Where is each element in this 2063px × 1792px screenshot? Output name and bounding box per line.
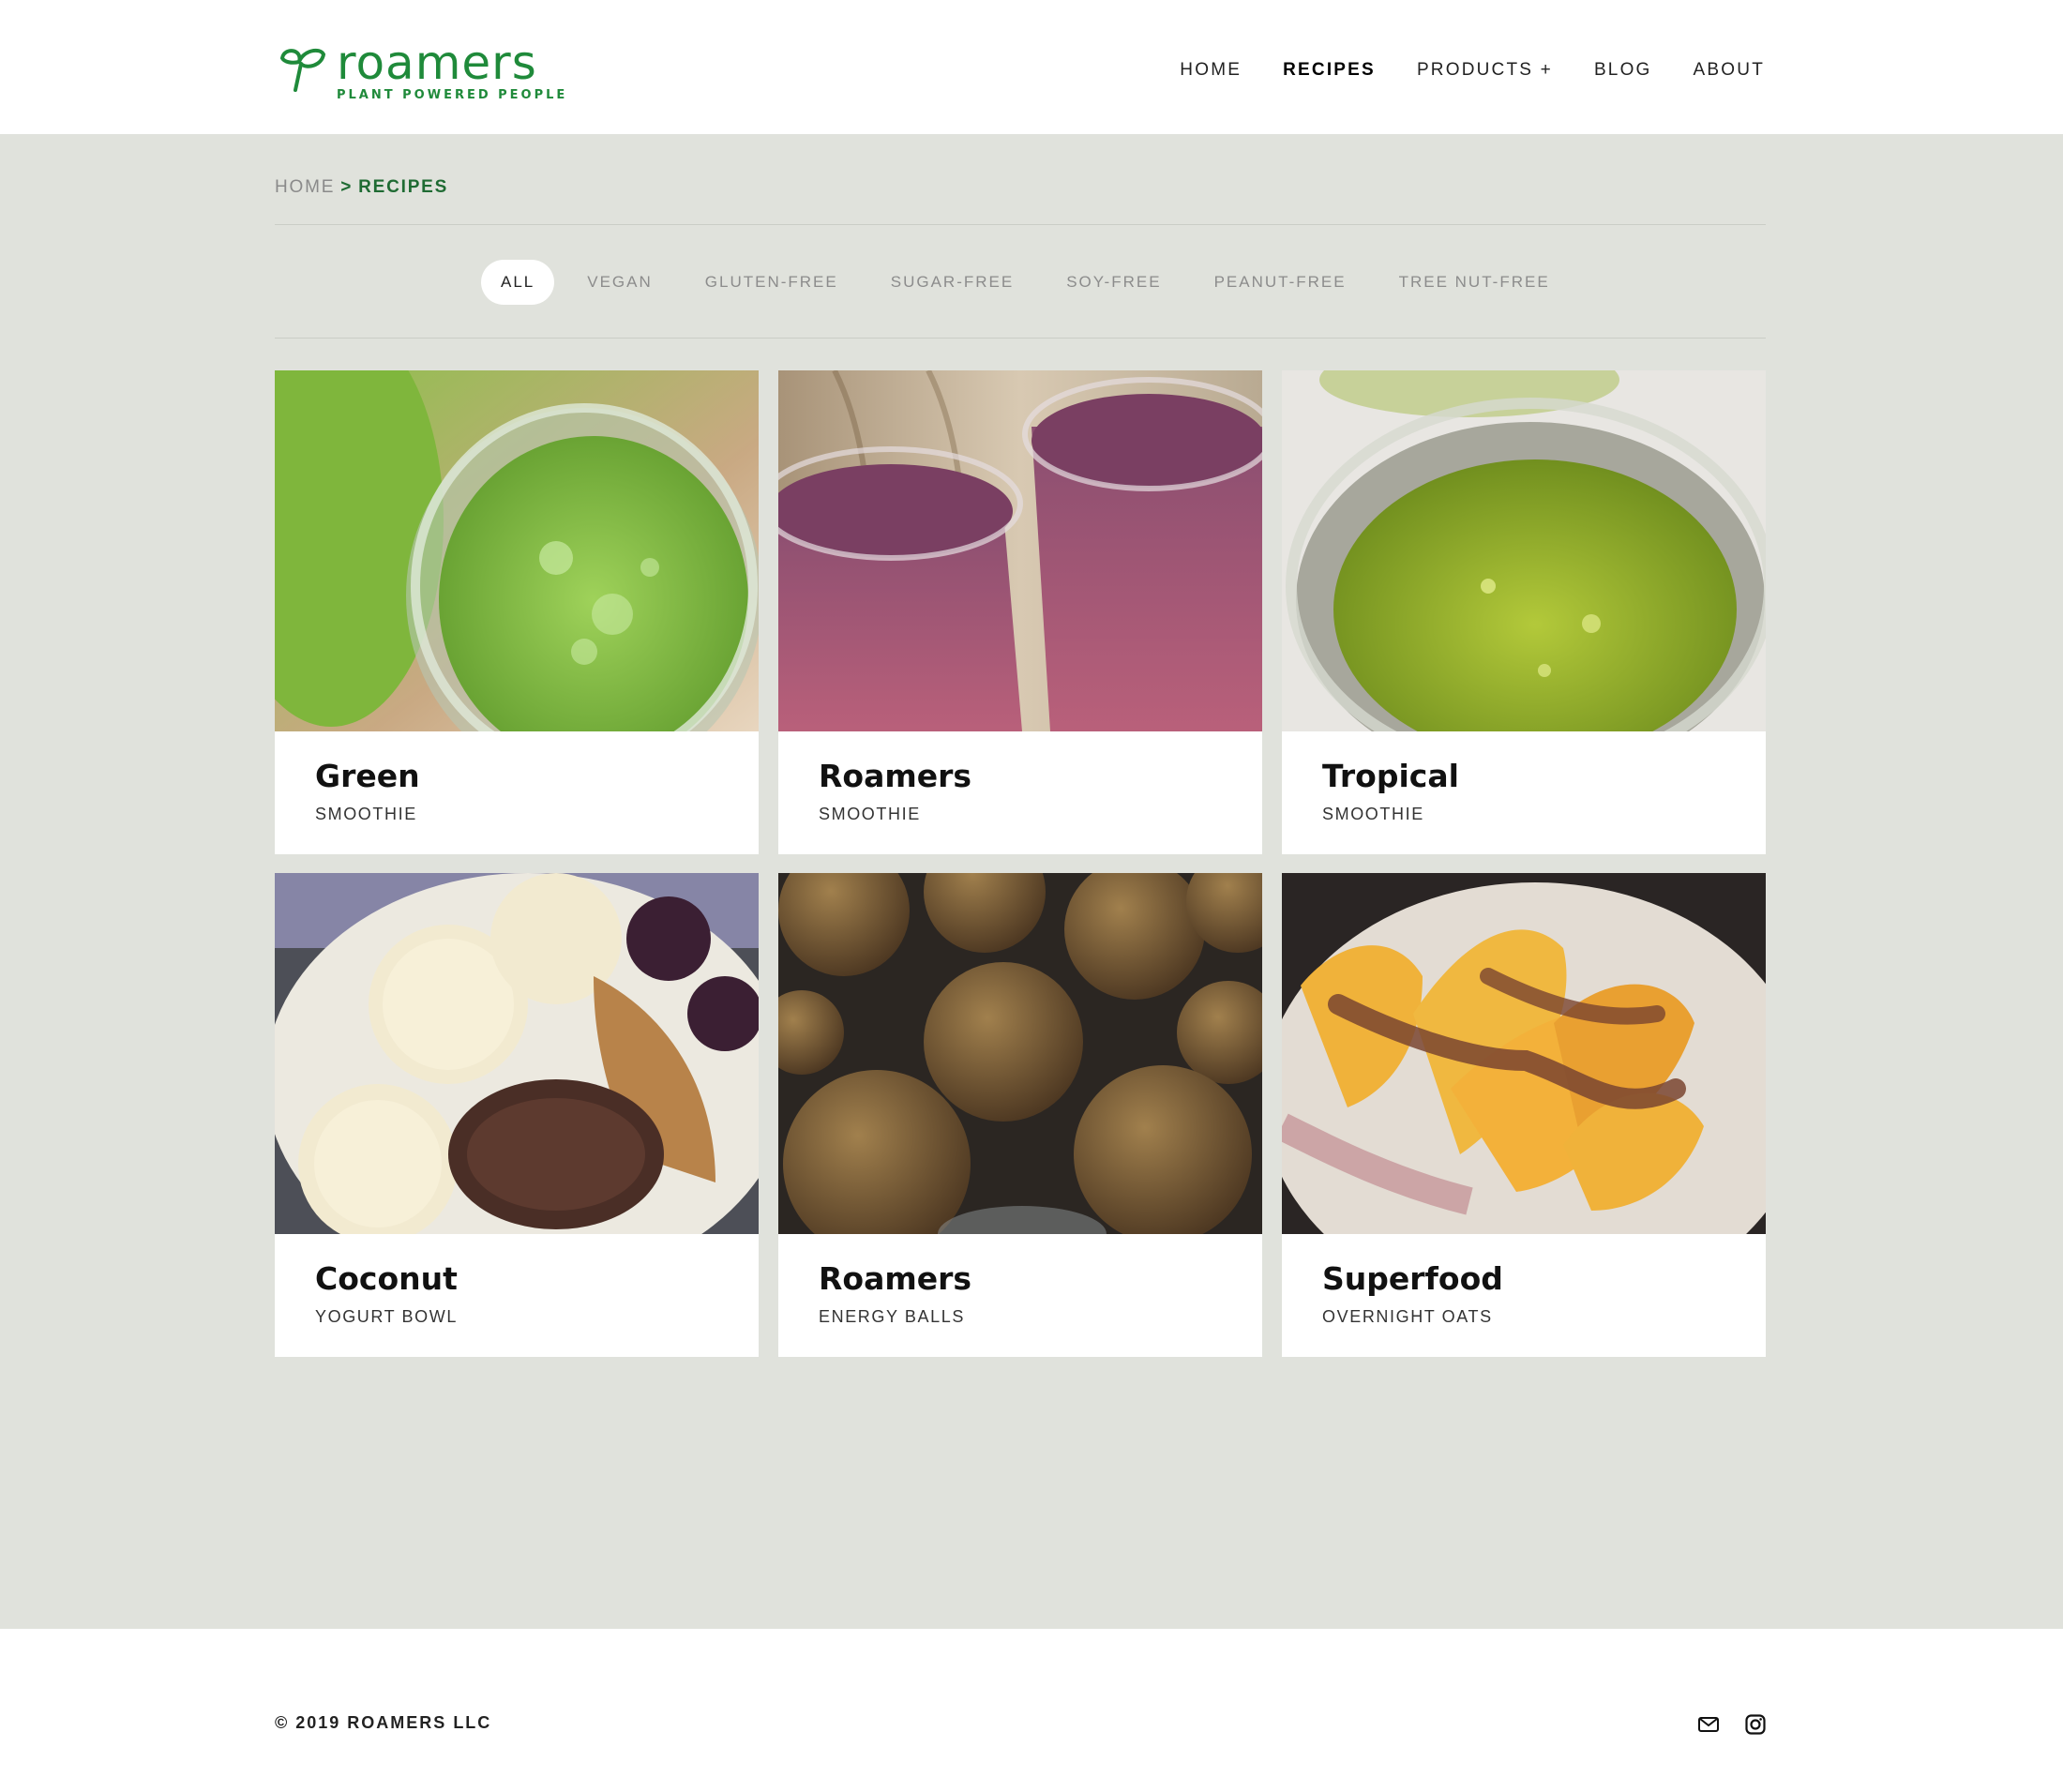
recipe-card-green-smoothie[interactable]: Green SMOOTHIE — [275, 370, 759, 854]
brand-tagline: PLANT POWERED PEOPLE — [337, 88, 568, 102]
energy-balls-image — [778, 873, 1262, 1234]
filter-tree-nut-free[interactable]: TREE NUT-FREE — [1379, 260, 1570, 305]
nav-home[interactable]: HOME — [1180, 60, 1242, 81]
brand-logo[interactable]: roamers PLANT POWERED PEOPLE — [275, 36, 568, 102]
recipe-title: Roamers — [819, 1260, 972, 1297]
recipe-card-roamers-smoothie[interactable]: Roamers SMOOTHIE — [778, 370, 1262, 854]
nav-recipes[interactable]: RECIPES — [1283, 60, 1376, 81]
overnight-oats-image — [1282, 873, 1766, 1234]
green-smoothie-image — [275, 370, 759, 731]
brand-name: roamers — [337, 36, 537, 90]
recipe-subtitle: SMOOTHIE — [819, 805, 921, 823]
social-links — [1697, 1713, 1767, 1736]
recipe-title: Coconut — [315, 1260, 458, 1297]
site-footer: © 2019 ROAMERS LLC — [0, 1629, 2063, 1792]
recipe-subtitle: SMOOTHIE — [1322, 805, 1424, 823]
filter-soy-free[interactable]: SOY-FREE — [1047, 260, 1181, 305]
divider — [275, 224, 1766, 225]
recipe-title: Tropical — [1322, 758, 1459, 794]
filter-vegan[interactable]: VEGAN — [567, 260, 672, 305]
berry-smoothie-image — [778, 370, 1262, 731]
site-header: roamers PLANT POWERED PEOPLE HOME RECIPE… — [0, 0, 2063, 134]
recipe-card-roamers-energy-balls[interactable]: Roamers ENERGY BALLS — [778, 873, 1262, 1357]
breadcrumb-current: RECIPES — [358, 177, 449, 197]
filter-sugar-free[interactable]: SUGAR-FREE — [871, 260, 1033, 305]
breadcrumb-separator: > — [340, 177, 354, 197]
instagram-icon[interactable] — [1744, 1713, 1767, 1736]
copyright-text: © 2019 ROAMERS LLC — [275, 1713, 492, 1732]
filter-bar: ALL VEGAN GLUTEN-FREE SUGAR-FREE SOY-FRE… — [481, 260, 1583, 305]
recipe-title: Green — [315, 758, 420, 794]
breadcrumb: HOME > RECIPES — [275, 177, 448, 198]
filter-gluten-free[interactable]: GLUTEN-FREE — [685, 260, 858, 305]
divider — [275, 338, 1766, 339]
recipe-subtitle: ENERGY BALLS — [819, 1307, 965, 1326]
leaf-logo-icon — [279, 48, 326, 92]
recipes-section: HOME > RECIPES ALL VEGAN GLUTEN-FREE SUG… — [0, 134, 2063, 1629]
main-nav: HOME RECIPES PRODUCTS + BLOG ABOUT — [1180, 60, 1765, 81]
recipe-grid: Green SMOOTHIE Roamers SMOOTHIE Tropical… — [275, 370, 1766, 1357]
nav-about[interactable]: ABOUT — [1694, 60, 1765, 81]
recipe-title: Roamers — [819, 758, 972, 794]
tropical-smoothie-image — [1282, 370, 1766, 731]
nav-products[interactable]: PRODUCTS + — [1417, 60, 1553, 81]
filter-peanut-free[interactable]: PEANUT-FREE — [1195, 260, 1366, 305]
filter-all[interactable]: ALL — [481, 260, 555, 305]
recipe-card-tropical-smoothie[interactable]: Tropical SMOOTHIE — [1282, 370, 1766, 854]
recipe-title: Superfood — [1322, 1260, 1503, 1297]
breadcrumb-home[interactable]: HOME — [275, 177, 335, 198]
recipe-subtitle: YOGURT BOWL — [315, 1307, 458, 1326]
yogurt-bowl-image — [275, 873, 759, 1234]
mail-icon[interactable] — [1697, 1713, 1720, 1736]
recipe-subtitle: SMOOTHIE — [315, 805, 417, 823]
recipe-subtitle: OVERNIGHT OATS — [1322, 1307, 1493, 1326]
nav-blog[interactable]: BLOG — [1594, 60, 1652, 81]
recipe-card-coconut-yogurt-bowl[interactable]: Coconut YOGURT BOWL — [275, 873, 759, 1357]
recipe-card-superfood-overnight-oats[interactable]: Superfood OVERNIGHT OATS — [1282, 873, 1766, 1357]
